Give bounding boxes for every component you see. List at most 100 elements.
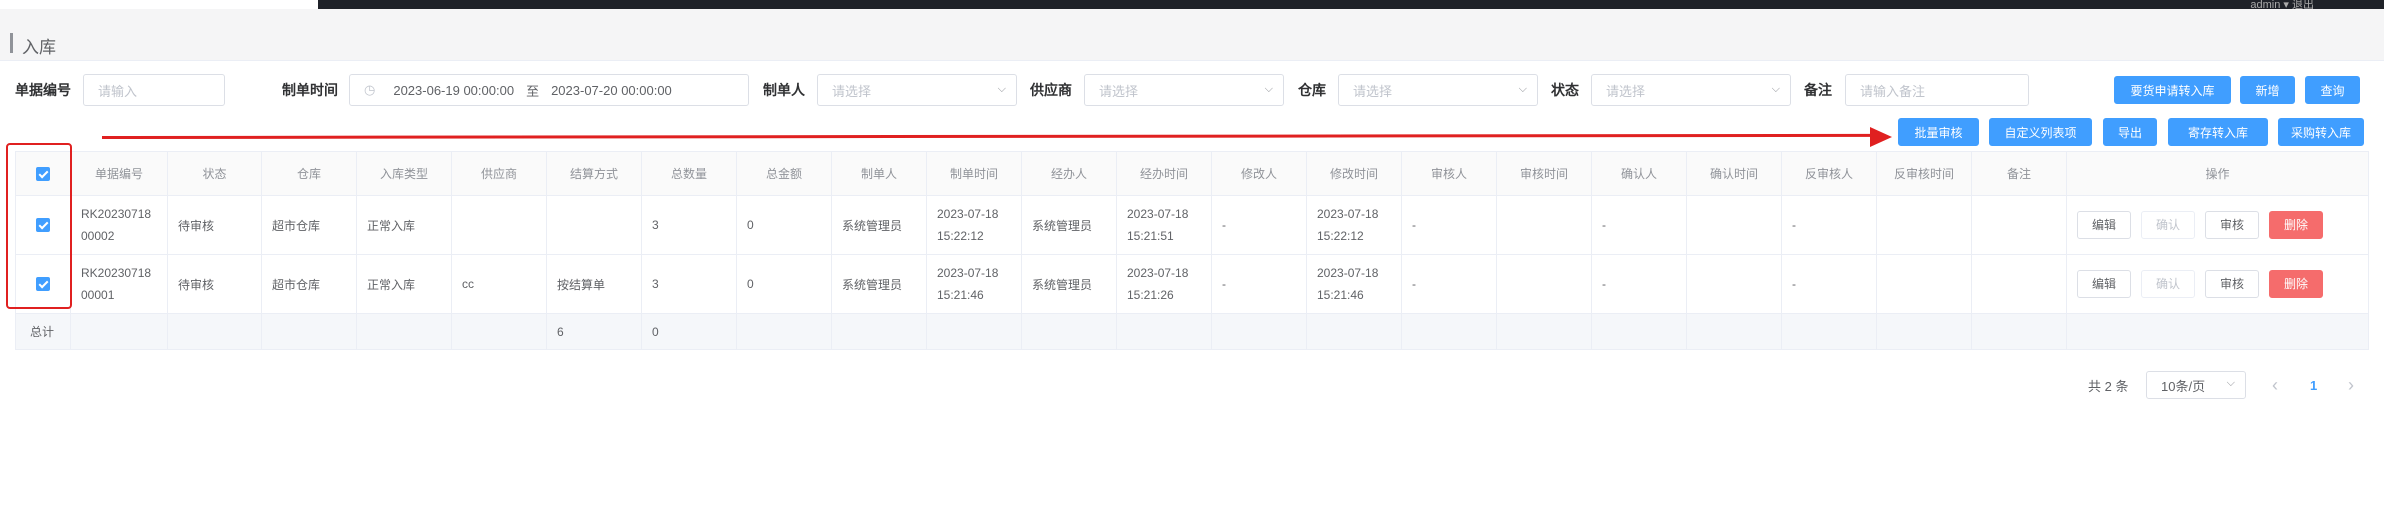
chevron-down-icon: ⌵: [997, 83, 1006, 95]
cell-modifier: -: [1211, 195, 1307, 255]
cell-remark: [1971, 195, 2067, 255]
annotation-arrow-line: [101, 133, 1883, 139]
cell-handle-time: 2023-07-18 15:21:51: [1116, 195, 1212, 255]
batch-audit-button[interactable]: 批量审核: [1898, 118, 1979, 146]
table-row: RK2023071800001 待审核 超市仓库 正常入库 cc 按结算单 3 …: [15, 254, 2369, 314]
inbound-table: 单据编号 状态 仓库 入库类型 供应商 结算方式 总数量 总金额 制单人 制单时…: [15, 151, 2369, 350]
col-header: 仓库: [261, 151, 357, 196]
cell-qty: 3: [641, 195, 737, 255]
cell-confirmer: -: [1591, 254, 1687, 314]
cell-remark: [1971, 254, 2067, 314]
filter-date-label: 制单时间: [282, 82, 338, 98]
apply-to-inbound-button[interactable]: 要货申请转入库: [2114, 76, 2231, 104]
cell-unaudit-time: [1876, 195, 1972, 255]
top-bar-dark: [318, 0, 2384, 9]
col-header: 审核人: [1401, 151, 1497, 196]
summary-qty: 6: [546, 313, 642, 350]
cell-handler: 系统管理员: [1021, 195, 1117, 255]
cell-amount: 0: [736, 195, 832, 255]
cell-amount: 0: [736, 254, 832, 314]
col-header: 供应商: [451, 151, 547, 196]
top-bar: admin ▾ 退出: [0, 0, 2384, 11]
custom-columns-button[interactable]: 自定义列表项: [1989, 118, 2092, 146]
chevron-down-icon: ⌵: [1264, 83, 1273, 95]
cell-type: 正常入库: [356, 254, 452, 314]
delete-button[interactable]: 删除: [2269, 211, 2324, 239]
page-title: 入库: [22, 38, 56, 57]
col-header: 入库类型: [356, 151, 452, 196]
title-accent: [10, 33, 13, 53]
cell-modify-time: 2023-07-18 15:22:12: [1306, 195, 1402, 255]
date-end: 2023-07-20 00:00:00: [551, 82, 672, 98]
cell-confirmer: -: [1591, 195, 1687, 255]
cell-auditor: -: [1401, 195, 1497, 255]
page-number-current[interactable]: 1: [2310, 371, 2317, 399]
col-header: 制单时间: [926, 151, 1022, 196]
cell-operations: 编辑 确认 审核 删除: [2066, 195, 2369, 255]
add-button[interactable]: 新增: [2240, 76, 2295, 104]
col-header: 状态: [167, 151, 262, 196]
cell-warehouse: 超市仓库: [261, 254, 357, 314]
col-header: 总数量: [641, 151, 737, 196]
cell-doc-no: RK2023071800001: [70, 254, 168, 314]
export-button[interactable]: 导出: [2103, 118, 2157, 146]
cell-unauditor: -: [1781, 254, 1877, 314]
filter-remark-label: 备注: [1804, 82, 1832, 98]
chevron-down-icon: ⌵: [2226, 377, 2235, 389]
query-button[interactable]: 查询: [2305, 76, 2360, 104]
supplier-select[interactable]: 请选择 ⌵: [1084, 74, 1284, 106]
col-header: 备注: [1971, 151, 2067, 196]
table-row: RK2023071800002 待审核 超市仓库 正常入库 3 0 系统管理员 …: [15, 195, 2369, 255]
edit-button[interactable]: 编辑: [2077, 270, 2132, 298]
delete-button[interactable]: 删除: [2269, 270, 2324, 298]
pagination-total: 共 2 条: [2088, 378, 2129, 394]
cell-operations: 编辑 确认 审核 删除: [2066, 254, 2369, 314]
col-header: 确认人: [1591, 151, 1687, 196]
cell-type: 正常入库: [356, 195, 452, 255]
cell-unaudit-time: [1876, 254, 1972, 314]
remark-input[interactable]: 请输入备注: [1845, 74, 2029, 106]
col-header: 修改时间: [1306, 151, 1402, 196]
cell-make-time: 2023-07-18 15:22:12: [926, 195, 1022, 255]
confirm-button[interactable]: 确认: [2141, 211, 2196, 239]
filter-warehouse-label: 仓库: [1298, 82, 1326, 98]
audit-button[interactable]: 审核: [2205, 211, 2260, 239]
summary-row: 总计 6 0: [15, 313, 2369, 350]
cell-handler: 系统管理员: [1021, 254, 1117, 314]
next-page-button[interactable]: ›: [2348, 371, 2354, 399]
table-header-row: 单据编号 状态 仓库 入库类型 供应商 结算方式 总数量 总金额 制单人 制单时…: [15, 151, 2369, 196]
warehouse-select[interactable]: 请选择 ⌵: [1338, 74, 1538, 106]
prev-page-button[interactable]: ‹: [2272, 371, 2278, 399]
doc-no-input[interactable]: 请输入: [83, 74, 225, 106]
summary-label: 总计: [15, 313, 71, 350]
col-header: 单据编号: [70, 151, 168, 196]
filter-maker-label: 制单人: [763, 82, 805, 98]
col-header: 操作: [2066, 151, 2369, 196]
col-header: 结算方式: [546, 151, 642, 196]
maker-select[interactable]: 请选择 ⌵: [817, 74, 1017, 106]
date-range-picker[interactable]: ◷ 2023-06-19 00:00:00 至 2023-07-20 00:00…: [349, 74, 749, 106]
cell-qty: 3: [641, 254, 737, 314]
edit-button[interactable]: 编辑: [2077, 211, 2132, 239]
cell-make-time: 2023-07-18 15:21:46: [926, 254, 1022, 314]
col-header: 审核时间: [1496, 151, 1592, 196]
col-header: 反审核人: [1781, 151, 1877, 196]
date-separator: 至: [526, 83, 540, 99]
confirm-button[interactable]: 确认: [2141, 270, 2196, 298]
purchase-to-inbound-button[interactable]: 采购转入库: [2278, 118, 2364, 146]
col-header: 经办人: [1021, 151, 1117, 196]
status-select[interactable]: 请选择 ⌵: [1591, 74, 1791, 106]
summary-amount: 0: [641, 313, 737, 350]
audit-button[interactable]: 审核: [2205, 270, 2260, 298]
cell-audit-time: [1496, 254, 1592, 314]
cell-status: 待审核: [167, 195, 262, 255]
page-size-select[interactable]: 10条/页 ⌵: [2146, 371, 2246, 399]
cell-warehouse: 超市仓库: [261, 195, 357, 255]
consign-to-inbound-button[interactable]: 寄存转入库: [2168, 118, 2268, 146]
cell-supplier: [451, 195, 547, 255]
cell-supplier: cc: [451, 254, 547, 314]
cell-confirm-time: [1686, 254, 1782, 314]
col-header: 经办时间: [1116, 151, 1212, 196]
cell-unauditor: -: [1781, 195, 1877, 255]
annotation-arrow-head: [1870, 127, 1892, 147]
